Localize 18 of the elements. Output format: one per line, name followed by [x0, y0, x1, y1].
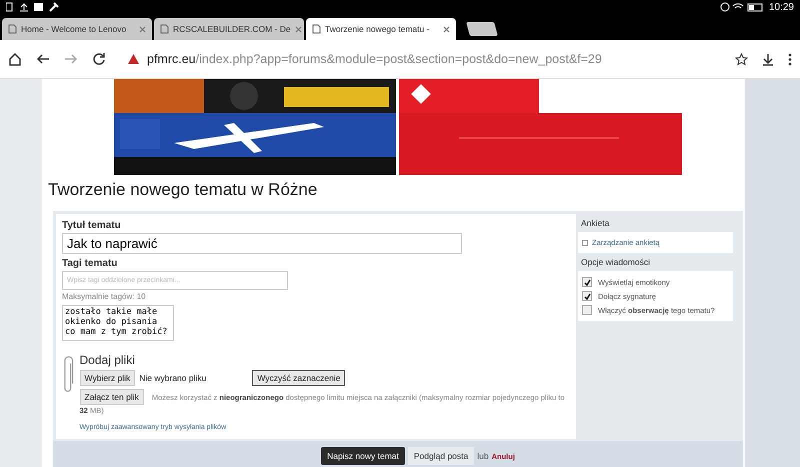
preview-button[interactable]: Podgląd posta: [408, 447, 474, 465]
submit-button[interactable]: Napisz nowy temat: [321, 447, 405, 465]
page-title: Tworzenie nowego tematu w Różne: [48, 180, 318, 200]
message-field[interactable]: zostało takie małe okienko do pisania co mam z tym zrobić?: [62, 305, 174, 341]
field-label: Tagi tematu: [62, 258, 118, 269]
clock: 10:29: [768, 2, 794, 12]
browser-tab[interactable]: Tworzenie nowego tematu -: [306, 18, 456, 40]
clear-button[interactable]: Wyczyść zaznaczenie: [252, 370, 346, 386]
browser-tab[interactable]: RCSCALEBUILDER.COM - De: [154, 18, 304, 40]
tags-hint: Maksymalnie tagów: 10: [62, 292, 147, 301]
file-status: Nie wybrano pliku: [139, 373, 206, 383]
field-label: Tytuł tematu: [62, 220, 122, 231]
title-field[interactable]: Jak to naprawić: [62, 233, 462, 254]
or-text: lub: [477, 451, 489, 461]
browser-tab[interactable]: Home - Welcome to Lenovo: [2, 18, 152, 40]
attach-button[interactable]: Załącz ten plik: [80, 389, 144, 405]
section-title: Dodaj pliki: [80, 353, 136, 367]
choose-file-button[interactable]: Wybierz plik: [80, 370, 136, 386]
